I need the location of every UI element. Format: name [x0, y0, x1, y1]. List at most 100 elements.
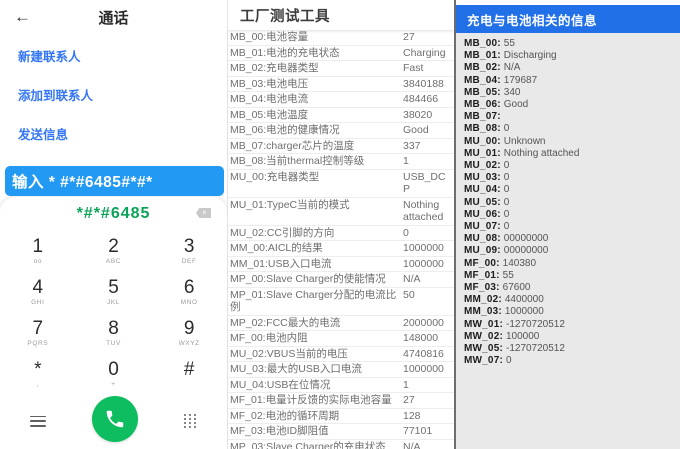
row-label: MU_01:TypeC当前的模式 [230, 199, 403, 212]
list-item: MU_01:Nothing attached [464, 148, 680, 160]
item-key: MM_02: [464, 294, 502, 305]
row-label: MU_04:USB在位情况 [230, 379, 403, 392]
row-label: MM_01:USB入口电流 [230, 258, 403, 271]
list-item: MU_03:0 [464, 172, 680, 184]
item-key: MU_02: [464, 160, 501, 171]
table-row: MU_02:VBUS当前的电压 4740816 [228, 347, 454, 363]
key-sub-label: WXYZ [179, 340, 200, 347]
list-item: MB_08:0 [464, 123, 680, 135]
keypad-key[interactable]: 4 GHI [0, 271, 76, 312]
item-value: 0 [504, 160, 510, 171]
list-item: MW_07:0 [464, 355, 680, 367]
key-sub-label: TUV [106, 340, 121, 347]
keypad: 1 oo 2 ABC 3 DEF 4 GHI [0, 230, 227, 394]
back-arrow-icon[interactable]: ← [14, 6, 31, 28]
list-item: MU_04:0 [464, 184, 680, 196]
key-digit: * [34, 360, 41, 380]
dialer-action-link[interactable]: 新建联系人 [0, 36, 227, 75]
item-value: 4400000 [505, 294, 544, 305]
row-label: MB_00:电池容量 [230, 31, 403, 44]
keypad-key[interactable]: 9 WXYZ [151, 312, 227, 353]
item-value: 0 [504, 123, 510, 134]
battery-info-panel: 充电与电池相关的信息 MB_00:55 MB_01:Discharging MB… [454, 0, 680, 449]
table-row: MB_00:电池容量 27 [228, 30, 454, 46]
keypad-key[interactable]: 1 oo [0, 230, 76, 271]
item-value: 0 [504, 221, 510, 232]
item-key: MU_05: [464, 197, 501, 208]
keypad-key[interactable]: 0 + [76, 353, 152, 394]
keypad-key[interactable]: 3 DEF [151, 230, 227, 271]
keypad-key[interactable]: 5 JKL [76, 271, 152, 312]
list-item: MU_06:0 [464, 209, 680, 221]
menu-icon[interactable] [30, 416, 46, 427]
table-row: MU_01:TypeC当前的模式 Nothing attached [228, 198, 454, 226]
factory-tool-list[interactable]: MB_00:电池容量 27 MB_01:电池的充电状态 Charging MB_… [228, 30, 454, 449]
list-item: MU_07:0 [464, 221, 680, 233]
keypad-key[interactable]: 6 MNO [151, 271, 227, 312]
item-key: MW_01: [464, 319, 503, 330]
factory-tool-header: 工厂测试工具 [228, 0, 454, 30]
key-digit: 8 [108, 319, 119, 339]
row-label: MF_01:电量计反馈的实际电池容量 [230, 394, 403, 407]
key-sub-label: GHI [31, 299, 44, 306]
key-digit: # [184, 360, 195, 380]
item-key: MB_05: [464, 87, 501, 98]
keypad-key[interactable]: # [151, 353, 227, 394]
row-label: MB_08:当前thermal控制等级 [230, 155, 403, 168]
item-key: MU_00: [464, 136, 501, 147]
key-digit: 4 [33, 278, 44, 298]
list-item: MB_06:Good [464, 99, 680, 111]
row-value: 1000000 [403, 258, 452, 271]
item-key: MW_02: [464, 331, 503, 342]
table-row: MU_02:CC引脚的方向 0 [228, 226, 454, 242]
table-row: MM_01:USB入口电流 1000000 [228, 257, 454, 273]
keypad-toggle-icon[interactable] [184, 414, 197, 428]
list-item: MU_02:0 [464, 160, 680, 172]
table-row: MF_03:电池ID脚阻值 77101 [228, 424, 454, 440]
item-key: MF_03: [464, 282, 500, 293]
list-item: MU_05:0 [464, 197, 680, 209]
item-value: Nothing attached [504, 148, 580, 159]
item-key: MU_03: [464, 172, 501, 183]
keypad-key[interactable]: 2 ABC [76, 230, 152, 271]
item-key: MU_04: [464, 184, 501, 195]
dialer-action-link[interactable]: 发送信息 [0, 114, 227, 153]
dialer-action-list: 新建联系人 添加到联系人 发送信息 [0, 28, 227, 153]
item-value: N/A [504, 62, 521, 73]
table-row: MF_00:电池内阻 148000 [228, 331, 454, 347]
list-item: MW_05:-1270720512 [464, 343, 680, 355]
key-digit: 0 [108, 360, 119, 380]
row-value: 2000000 [403, 317, 452, 330]
item-key: MU_07: [464, 221, 501, 232]
item-value: 1000000 [505, 306, 544, 317]
item-value: 0 [504, 184, 510, 195]
row-value: 38020 [403, 109, 452, 122]
key-sub-label: , [37, 381, 39, 388]
row-label: MU_00:充电器类型 [230, 171, 403, 184]
keypad-key[interactable]: 7 PQRS [0, 312, 76, 353]
row-value: N/A [403, 273, 452, 286]
keypad-key[interactable]: 8 TUV [76, 312, 152, 353]
row-label: MF_03:电池ID脚阻值 [230, 425, 403, 438]
row-value: 148000 [403, 332, 452, 345]
keypad-key[interactable]: * , [0, 353, 76, 394]
item-key: MB_04: [464, 75, 501, 86]
list-item: MM_03:1000000 [464, 306, 680, 318]
row-value: 27 [403, 31, 452, 44]
battery-info-header: 充电与电池相关的信息 [456, 5, 680, 33]
row-label: MB_01:电池的充电状态 [230, 47, 403, 60]
table-row: MB_04:电池电流 484466 [228, 92, 454, 108]
key-sub-label: oo [34, 258, 42, 265]
dialer-action-link[interactable]: 添加到联系人 [0, 75, 227, 114]
list-item: MB_02:N/A [464, 62, 680, 74]
row-value: 3840188 [403, 78, 452, 91]
row-value: 1000000 [403, 363, 452, 376]
battery-info-list[interactable]: MB_00:55 MB_01:Discharging MB_02:N/A MB_… [456, 33, 680, 367]
table-row: MF_02:电池的循环周期 128 [228, 409, 454, 425]
call-button[interactable] [92, 396, 138, 442]
backspace-icon[interactable]: × [196, 208, 211, 218]
table-row: MP_00:Slave Charger的使能情况 N/A [228, 272, 454, 288]
row-label: MU_03:最大的USB入口电流 [230, 363, 403, 376]
item-value: 55 [503, 270, 514, 281]
key-sub-label: + [111, 381, 115, 388]
